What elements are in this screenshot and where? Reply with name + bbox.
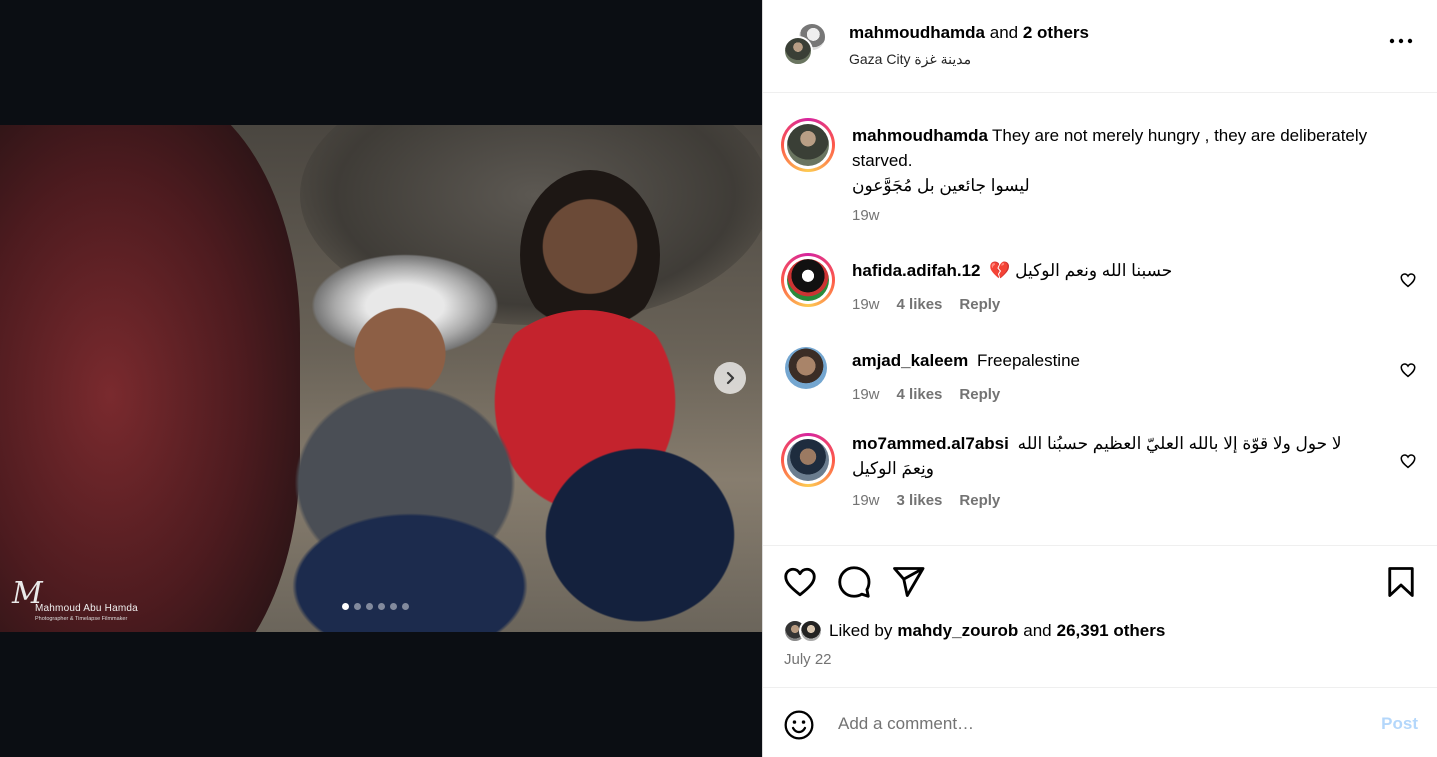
slide-dot[interactable] [402, 603, 409, 610]
comment-likes[interactable]: 3 likes [897, 492, 943, 509]
caption-body-arabic: ليسوا جائعين بل مُجَوَّعون [852, 176, 1030, 195]
comment-time[interactable]: 19w [852, 386, 880, 403]
comment-username[interactable]: mo7ammed.al7absi [852, 434, 1009, 453]
comment-body: 💔 حسبنا الله ونعم الوكيل [989, 261, 1173, 280]
comment-text: hafida.adifah.12 💔 حسبنا الله ونعم الوكي… [852, 258, 1377, 283]
commenter-avatar[interactable] [785, 347, 827, 389]
caption-meta: 19w [852, 207, 880, 224]
comment-meta: 19w 4 likes Reply [852, 386, 1000, 403]
caption-avatar[interactable] [781, 118, 835, 172]
watermark-name: Mahmoud Abu Hamda [35, 603, 138, 614]
caption-text: mahmoudhamda They are not merely hungry ,… [852, 123, 1377, 198]
comments-list: mahmoudhamda They are not merely hungry ,… [763, 93, 1437, 546]
author-username[interactable]: mahmoudhamda [849, 23, 985, 42]
post-location[interactable]: Gaza City مدينة غزة [849, 51, 971, 68]
media-panel: M Mahmoud Abu Hamda Photographer & Timel… [0, 0, 762, 757]
share-send-icon[interactable] [890, 564, 926, 600]
slide-dot[interactable] [366, 603, 373, 610]
comment-like-heart-icon[interactable] [1399, 271, 1417, 289]
watermark-role: Photographer & Timelapse Filmmaker [35, 616, 128, 622]
comment-username[interactable]: amjad_kaleem [852, 351, 968, 370]
more-options-button[interactable] [1389, 38, 1413, 44]
comment-username[interactable]: hafida.adifah.12 [852, 261, 980, 280]
post-author: mahmoudhamda and 2 others [849, 23, 1089, 43]
liked-by-user[interactable]: mahdy_zourob [897, 621, 1018, 641]
slide-dot[interactable] [378, 603, 385, 610]
comment-like-heart-icon[interactable] [1399, 452, 1417, 470]
comment-item: amjad_kaleem Freepalestine 19w 4 likes R… [781, 343, 1417, 413]
liked-by-and: and [1023, 621, 1052, 640]
post-actions: Liked by mahdy_zourob and 26,391 others … [763, 545, 1437, 688]
author-and-text: and [989, 23, 1019, 42]
comment-input[interactable] [838, 711, 1318, 737]
comment-text: mo7ammed.al7absi لا حول ولا قوّة إلا بال… [852, 431, 1377, 481]
add-comment-bar: Post [763, 689, 1437, 757]
liked-by-prefix: Liked by [829, 621, 893, 640]
caption-time[interactable]: 19w [852, 207, 880, 224]
slide-dot[interactable] [354, 603, 361, 610]
reply-button[interactable]: Reply [959, 492, 1000, 509]
emoji-icon[interactable] [783, 709, 815, 741]
photo-watermark: M Mahmoud Abu Hamda Photographer & Timel… [12, 576, 152, 626]
liker-avatar[interactable] [799, 619, 823, 643]
likes-count[interactable]: 26,391 others [1057, 621, 1166, 641]
post-dialog: M Mahmoud Abu Hamda Photographer & Timel… [0, 0, 1437, 757]
comment-time[interactable]: 19w [852, 492, 880, 509]
caption-username[interactable]: mahmoudhamda [852, 126, 988, 145]
comment-meta: 19w 4 likes Reply [852, 296, 1000, 313]
next-slide-button[interactable] [714, 362, 746, 394]
reply-button[interactable]: Reply [959, 296, 1000, 313]
commenter-avatar[interactable] [781, 433, 835, 487]
slide-dot[interactable] [390, 603, 397, 610]
comment-item: hafida.adifah.12 💔 حسبنا الله ونعم الوكي… [781, 253, 1417, 323]
liked-by: Liked by mahdy_zourob and 26,391 others [783, 619, 1165, 643]
comment-bubble-icon[interactable] [836, 564, 872, 600]
reply-button[interactable]: Reply [959, 386, 1000, 403]
post-header: mahmoudhamda and 2 others Gaza City مدين… [763, 0, 1437, 93]
comment-like-heart-icon[interactable] [1399, 361, 1417, 379]
post-date[interactable]: July 22 [784, 651, 832, 668]
author-avatar[interactable] [783, 36, 813, 66]
like-heart-icon[interactable] [782, 564, 818, 600]
comment-time[interactable]: 19w [852, 296, 880, 313]
post-photo [0, 125, 762, 632]
comment-meta: 19w 3 likes Reply [852, 492, 1000, 509]
comment-likes[interactable]: 4 likes [897, 296, 943, 313]
commenter-avatar[interactable] [781, 253, 835, 307]
caption-item: mahmoudhamda They are not merely hungry ,… [781, 118, 1417, 228]
comment-item: mo7ammed.al7absi لا حول ولا قوّة إلا بال… [781, 433, 1417, 528]
collaborators-link[interactable]: 2 others [1023, 23, 1089, 42]
comment-text: amjad_kaleem Freepalestine [852, 348, 1377, 373]
chevron-right-icon [726, 371, 735, 385]
comment-body: Freepalestine [976, 351, 1080, 370]
comment-likes[interactable]: 4 likes [897, 386, 943, 403]
photo-bg-shape [0, 125, 300, 632]
slide-dot[interactable] [342, 603, 349, 610]
post-side-panel: mahmoudhamda and 2 others Gaza City مدين… [762, 0, 1437, 757]
save-bookmark-icon[interactable] [1383, 564, 1419, 600]
slide-indicator [342, 603, 409, 610]
more-horizontal-icon [1389, 38, 1413, 44]
post-comment-button[interactable]: Post [1381, 714, 1418, 734]
